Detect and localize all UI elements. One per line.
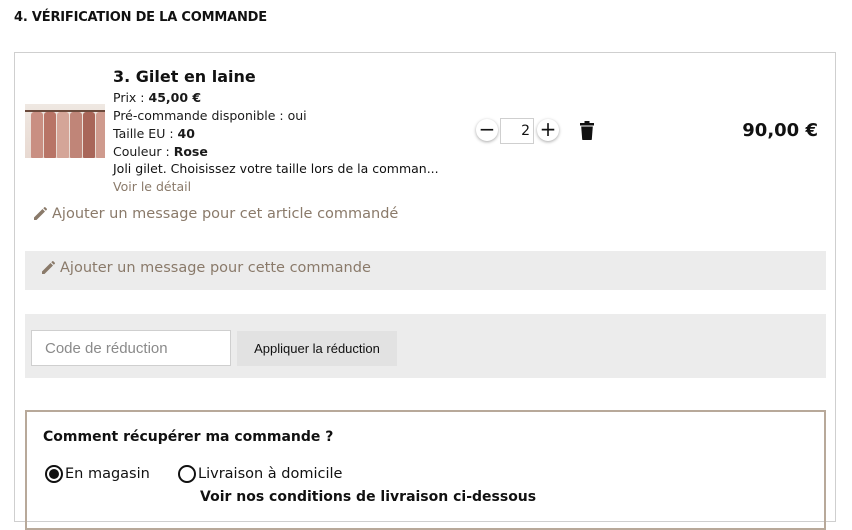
section-title: 4. VÉRIFICATION DE LA COMMANDE (14, 10, 267, 25)
pickup-title: Comment récupérer ma commande ? (43, 429, 334, 445)
product-size: Taille EU : 40 (113, 126, 195, 141)
radio-unselected-icon (178, 465, 196, 483)
apply-discount-button[interactable]: Appliquer la réduction (237, 331, 397, 366)
plus-icon: + (539, 117, 557, 141)
home-delivery-option[interactable]: Livraison à domicile (178, 465, 342, 483)
product-color: Couleur : Rose (113, 144, 208, 159)
add-order-message-label: Ajouter un message pour cette commande (60, 260, 371, 276)
pencil-icon (42, 261, 55, 274)
home-delivery-label: Livraison à domicile (198, 466, 343, 482)
trash-icon[interactable] (580, 121, 594, 140)
decrease-quantity-button[interactable]: − (476, 119, 498, 141)
pencil-icon (34, 207, 47, 220)
product-name: 3. Gilet en laine (113, 67, 256, 86)
increase-quantity-button[interactable]: + (537, 119, 559, 141)
product-thumbnail[interactable] (25, 104, 105, 158)
product-preorder: Pré-commande disponible : oui (113, 108, 307, 123)
pickup-in-store-label: En magasin (65, 466, 150, 482)
delivery-conditions-link[interactable]: Voir nos conditions de livraison ci-dess… (200, 489, 536, 505)
product-description: Joli gilet. Choisissez votre taille lors… (113, 161, 439, 176)
add-item-message-link[interactable]: Ajouter un message pour cet article comm… (32, 206, 398, 222)
product-price: Prix : 45,00 € (113, 90, 202, 105)
line-total: 90,00 € (742, 120, 818, 141)
discount-code-input[interactable] (31, 330, 231, 366)
quantity-input[interactable]: 2 (500, 118, 534, 144)
pickup-in-store-option[interactable]: En magasin (45, 465, 150, 483)
minus-icon: − (478, 117, 496, 141)
radio-selected-icon (45, 465, 63, 483)
add-item-message-label: Ajouter un message pour cet article comm… (52, 206, 399, 222)
add-order-message-link[interactable]: Ajouter un message pour cette commande (40, 260, 371, 276)
view-detail-link[interactable]: Voir le détail (113, 179, 191, 194)
